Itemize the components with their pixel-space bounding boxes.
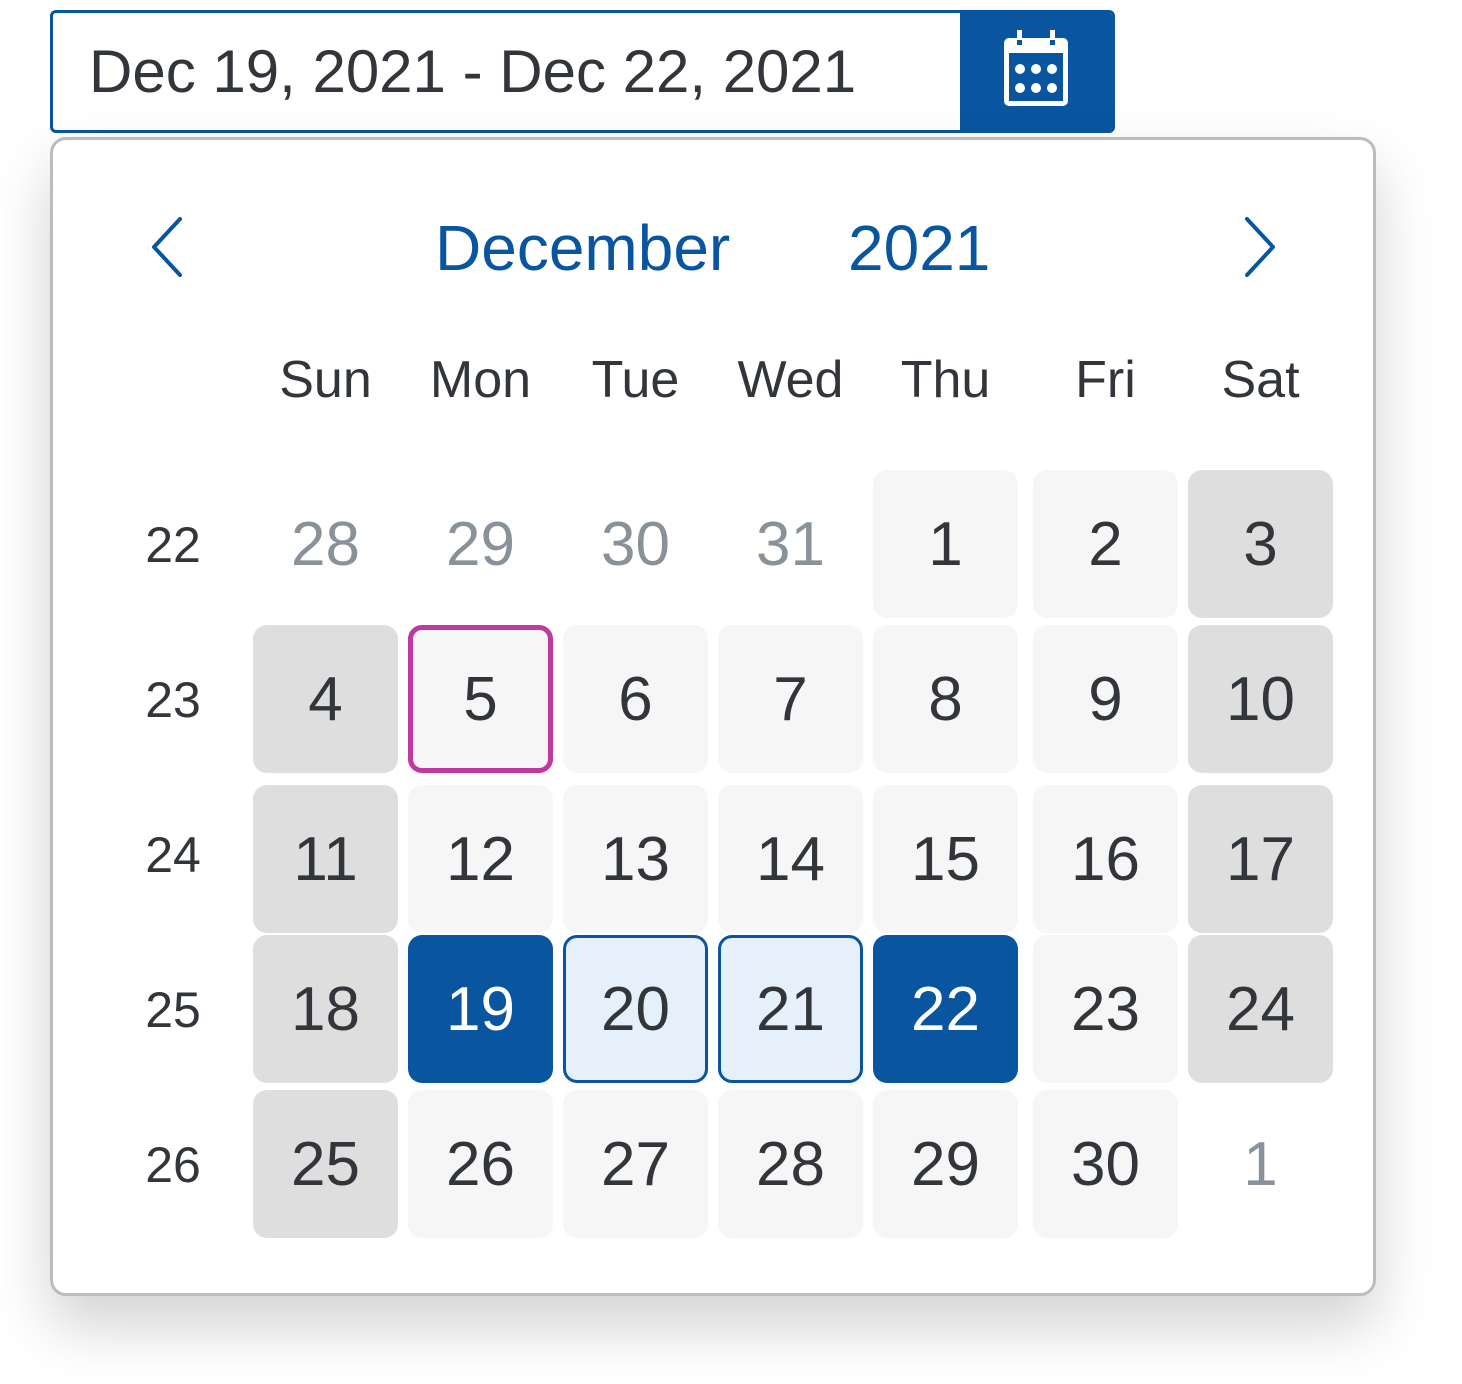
day-cell[interactable]: 27: [563, 1090, 708, 1238]
day-cell-range-start[interactable]: 19: [408, 935, 553, 1083]
day-cell[interactable]: 15: [873, 785, 1018, 933]
day-cell[interactable]: 10: [1188, 625, 1333, 773]
week-number: 25: [145, 982, 201, 1038]
weekday-sun: Sun: [279, 351, 372, 409]
week-number: 24: [145, 827, 201, 883]
day-cell[interactable]: 6: [563, 625, 708, 773]
date-range-input[interactable]: [53, 13, 960, 130]
day-cell-other-month[interactable]: 30: [563, 470, 708, 618]
day-cell[interactable]: 18: [253, 935, 398, 1083]
weekday-sat: Sat: [1221, 351, 1300, 409]
day-cell[interactable]: 23: [1033, 935, 1178, 1083]
weekday-tue: Tue: [591, 351, 680, 409]
calendar-icon: [1002, 30, 1070, 113]
day-cell[interactable]: 3: [1188, 470, 1333, 618]
day-cell[interactable]: 11: [253, 785, 398, 933]
day-cell[interactable]: 29: [873, 1090, 1018, 1238]
month-selector-button[interactable]: December: [435, 210, 730, 286]
day-cell[interactable]: 14: [718, 785, 863, 933]
next-month-button[interactable]: [1239, 215, 1279, 284]
day-cell-today[interactable]: 5: [408, 625, 553, 773]
day-cell[interactable]: 2: [1033, 470, 1178, 618]
day-cell[interactable]: 28: [718, 1090, 863, 1238]
day-cell[interactable]: 25: [253, 1090, 398, 1238]
day-cell[interactable]: 30: [1033, 1090, 1178, 1238]
week-number: 26: [145, 1137, 201, 1193]
day-cell-other-month[interactable]: 29: [408, 470, 553, 618]
day-cell-other-month[interactable]: 31: [718, 470, 863, 618]
chevron-right-icon: [1239, 217, 1279, 283]
week-number: 23: [145, 672, 201, 728]
day-cell-other-month[interactable]: 1: [1188, 1090, 1333, 1238]
day-cell-in-range[interactable]: 21: [718, 935, 863, 1083]
day-cell-in-range[interactable]: 20: [563, 935, 708, 1083]
chevron-left-icon: [148, 217, 188, 283]
day-cell[interactable]: 26: [408, 1090, 553, 1238]
day-cell[interactable]: 16: [1033, 785, 1178, 933]
weekday-mon: Mon: [429, 351, 532, 409]
day-cell[interactable]: 1: [873, 470, 1018, 618]
weekday-thu: Thu: [900, 351, 991, 409]
date-range-picker: [50, 10, 1115, 133]
calendar-popup: December 2021 Sun Mon Tue Wed Thu Fri Sa…: [50, 137, 1376, 1296]
day-cell-other-month[interactable]: 28: [253, 470, 398, 618]
day-cell[interactable]: 12: [408, 785, 553, 933]
day-cell[interactable]: 7: [718, 625, 863, 773]
day-cell[interactable]: 9: [1033, 625, 1178, 773]
day-cell-range-end[interactable]: 22: [873, 935, 1018, 1083]
day-cell[interactable]: 17: [1188, 785, 1333, 933]
open-calendar-button[interactable]: [960, 13, 1112, 130]
weekday-fri: Fri: [1075, 351, 1136, 409]
weekday-wed: Wed: [737, 351, 844, 409]
day-cell[interactable]: 13: [563, 785, 708, 933]
year-selector-button[interactable]: 2021: [848, 210, 990, 286]
previous-month-button[interactable]: [148, 215, 188, 284]
day-cell[interactable]: 4: [253, 625, 398, 773]
day-cell[interactable]: 8: [873, 625, 1018, 773]
week-number: 22: [145, 517, 201, 573]
day-cell[interactable]: 24: [1188, 935, 1333, 1083]
